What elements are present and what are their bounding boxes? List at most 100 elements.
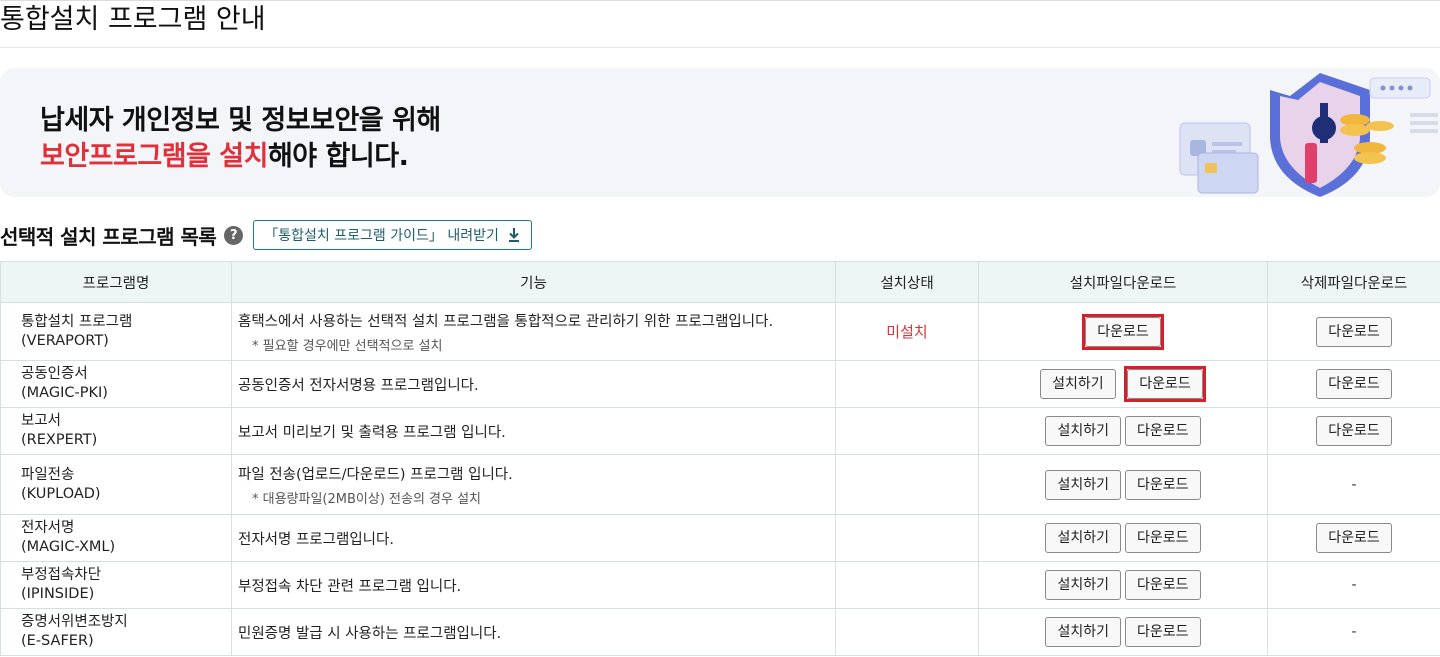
guide-download-button[interactable]: 「통합설치 프로그램 가이드」 내려받기 bbox=[253, 220, 532, 250]
function-cell: 공동인증서 전자서명용 프로그램입니다. bbox=[231, 360, 836, 408]
function-text: 민원증명 발급 시 사용하는 프로그램입니다. bbox=[238, 625, 502, 642]
function-text: 공동인증서 전자서명용 프로그램입니다. bbox=[238, 377, 479, 394]
function-cell: 민원증명 발급 시 사용하는 프로그램입니다. bbox=[231, 608, 836, 656]
security-shield-illustration bbox=[1179, 73, 1438, 197]
help-icon[interactable]: ? bbox=[224, 225, 244, 245]
download-button[interactable]: 다운로드 bbox=[1125, 523, 1201, 553]
highlight-box: 다운로드 bbox=[1124, 366, 1206, 402]
function-text: 보고서 미리보기 및 출력용 프로그램 입니다. bbox=[238, 424, 506, 441]
banner-line1: 납세자 개인정보 및 정보보안을 위해 bbox=[40, 105, 441, 136]
guide-download-label: 「통합설치 프로그램 가이드」 내려받기 bbox=[264, 228, 499, 244]
delete-download-cell: 다운로드 bbox=[1267, 360, 1440, 408]
delete-download-button[interactable]: 다운로드 bbox=[1316, 316, 1392, 347]
program-name: 공동인증서 bbox=[21, 366, 88, 382]
section-header: 선택적 설치 프로그램 목록 ? 「통합설치 프로그램 가이드」 내려받기 bbox=[0, 220, 532, 250]
program-name-cell: 파일전송 (KUPLOAD) bbox=[0, 454, 232, 515]
install-download-cell: 설치하기 다운로드 bbox=[978, 514, 1268, 562]
function-cell: 전자서명 프로그램입니다. bbox=[231, 514, 836, 562]
download-button[interactable]: 다운로드 bbox=[1085, 316, 1161, 347]
delete-download-cell: 다운로드 bbox=[1267, 407, 1440, 455]
col-header-status: 설치상태 bbox=[835, 261, 979, 303]
program-code: (MAGIC-XML) bbox=[21, 539, 116, 555]
install-download-cell: 설치하기 다운로드 bbox=[978, 407, 1268, 455]
function-text: 파일 전송(업로드/다운로드) 프로그램 입니다. bbox=[238, 466, 513, 483]
program-code: (KUPLOAD) bbox=[21, 485, 101, 502]
program-name: 전자서명 bbox=[21, 520, 75, 536]
download-button[interactable]: 다운로드 bbox=[1125, 617, 1201, 647]
table-row: 파일전송 (KUPLOAD) 파일 전송(업로드/다운로드) 프로그램 입니다.… bbox=[0, 454, 1440, 515]
no-delete-dash: - bbox=[1351, 577, 1357, 593]
delete-download-button[interactable]: 다운로드 bbox=[1316, 416, 1392, 446]
download-icon bbox=[508, 228, 519, 242]
table-row: 전자서명 (MAGIC-XML) 전자서명 프로그램입니다. 설치하기 다운로드 … bbox=[0, 514, 1440, 562]
install-button[interactable]: 설치하기 bbox=[1045, 523, 1121, 553]
col-header-delete-download: 삭제파일다운로드 bbox=[1267, 261, 1440, 303]
table-row: 통합설치 프로그램 (VERAPORT) 홈택스에서 사용하는 선택적 설치 프… bbox=[0, 302, 1440, 361]
program-code: (IPINSIDE) bbox=[21, 586, 95, 602]
program-name-cell: 전자서명 (MAGIC-XML) bbox=[0, 514, 232, 562]
function-text: 홈택스에서 사용하는 선택적 설치 프로그램을 통합적으로 관리하기 위한 프로… bbox=[238, 313, 774, 330]
table-row: 증명서위변조방지 (E-SAFER) 민원증명 발급 시 사용하는 프로그램입니… bbox=[0, 608, 1440, 656]
delete-download-cell: 다운로드 bbox=[1267, 514, 1440, 562]
install-download-cell: 설치하기 다운로드 bbox=[978, 360, 1268, 408]
install-button[interactable]: 설치하기 bbox=[1045, 469, 1121, 500]
program-name: 증명서위변조방지 bbox=[21, 614, 128, 630]
delete-download-cell: - bbox=[1267, 454, 1440, 515]
program-name-cell: 부정접속차단 (IPINSIDE) bbox=[0, 561, 232, 609]
program-code: (VERAPORT) bbox=[21, 332, 109, 349]
install-download-cell: 설치하기 다운로드 bbox=[978, 561, 1268, 609]
page-title: 통합설치 프로그램 안내 bbox=[0, 0, 1440, 48]
status-cell bbox=[835, 454, 979, 515]
program-table: 프로그램명 기능 설치상태 설치파일다운로드 삭제파일다운로드 통합설치 프로그… bbox=[0, 261, 1440, 656]
status-cell: 미설치 bbox=[835, 302, 979, 361]
table-header-row: 프로그램명 기능 설치상태 설치파일다운로드 삭제파일다운로드 bbox=[0, 261, 1440, 303]
status-cell bbox=[835, 608, 979, 656]
install-download-cell: 설치하기 다운로드 bbox=[978, 454, 1268, 515]
col-header-function: 기능 bbox=[231, 261, 836, 303]
program-name: 파일전송 bbox=[21, 466, 75, 483]
status-cell bbox=[835, 360, 979, 408]
install-button[interactable]: 설치하기 bbox=[1045, 416, 1121, 446]
delete-download-cell: - bbox=[1267, 608, 1440, 656]
install-button[interactable]: 설치하기 bbox=[1040, 369, 1116, 399]
section-title: 선택적 설치 프로그램 목록 bbox=[0, 224, 217, 249]
install-button[interactable]: 설치하기 bbox=[1045, 617, 1121, 647]
highlight-box: 다운로드 bbox=[1082, 313, 1164, 350]
status-cell bbox=[835, 407, 979, 455]
banner-line2-rest: 해야 합니다. bbox=[267, 141, 409, 172]
program-name: 보고서 bbox=[21, 413, 62, 429]
function-text: 전자서명 프로그램입니다. bbox=[238, 531, 394, 548]
col-header-install-download: 설치파일다운로드 bbox=[978, 261, 1268, 303]
program-name-cell: 통합설치 프로그램 (VERAPORT) bbox=[0, 302, 232, 361]
function-note: * 필요할 경우에만 선택적으로 설치 bbox=[252, 338, 443, 354]
status-not-installed: 미설치 bbox=[886, 323, 928, 341]
program-code: (REXPERT) bbox=[21, 432, 98, 448]
download-button[interactable]: 다운로드 bbox=[1125, 570, 1201, 600]
function-cell: 홈택스에서 사용하는 선택적 설치 프로그램을 통합적으로 관리하기 위한 프로… bbox=[231, 302, 836, 361]
program-name-cell: 공동인증서 (MAGIC-PKI) bbox=[0, 360, 232, 408]
program-name-cell: 보고서 (REXPERT) bbox=[0, 407, 232, 455]
program-name: 부정접속차단 bbox=[21, 567, 102, 583]
install-download-cell: 설치하기 다운로드 bbox=[978, 608, 1268, 656]
download-button[interactable]: 다운로드 bbox=[1127, 369, 1203, 399]
status-cell bbox=[835, 561, 979, 609]
table-row: 공동인증서 (MAGIC-PKI) 공동인증서 전자서명용 프로그램입니다. 설… bbox=[0, 360, 1440, 408]
program-name: 통합설치 프로그램 bbox=[21, 313, 133, 330]
delete-download-cell: - bbox=[1267, 561, 1440, 609]
banner-highlight: 보안프로그램을 설치 bbox=[40, 141, 268, 172]
install-button[interactable]: 설치하기 bbox=[1045, 570, 1121, 600]
download-button[interactable]: 다운로드 bbox=[1125, 416, 1201, 446]
no-delete-dash: - bbox=[1351, 476, 1357, 493]
program-code: (MAGIC-PKI) bbox=[21, 385, 108, 401]
no-delete-dash: - bbox=[1351, 624, 1357, 640]
function-text: 부정접속 차단 관련 프로그램 입니다. bbox=[238, 578, 462, 595]
delete-download-button[interactable]: 다운로드 bbox=[1316, 369, 1392, 399]
download-button[interactable]: 다운로드 bbox=[1125, 469, 1201, 500]
program-name-cell: 증명서위변조방지 (E-SAFER) bbox=[0, 608, 232, 656]
function-cell: 보고서 미리보기 및 출력용 프로그램 입니다. bbox=[231, 407, 836, 455]
security-banner: 납세자 개인정보 및 정보보안을 위해 보안프로그램을 설치해야 합니다. bbox=[0, 68, 1440, 197]
delete-download-cell: 다운로드 bbox=[1267, 302, 1440, 361]
delete-download-button[interactable]: 다운로드 bbox=[1316, 523, 1392, 553]
install-download-cell: 다운로드 bbox=[978, 302, 1268, 361]
table-row: 부정접속차단 (IPINSIDE) 부정접속 차단 관련 프로그램 입니다. 설… bbox=[0, 561, 1440, 609]
